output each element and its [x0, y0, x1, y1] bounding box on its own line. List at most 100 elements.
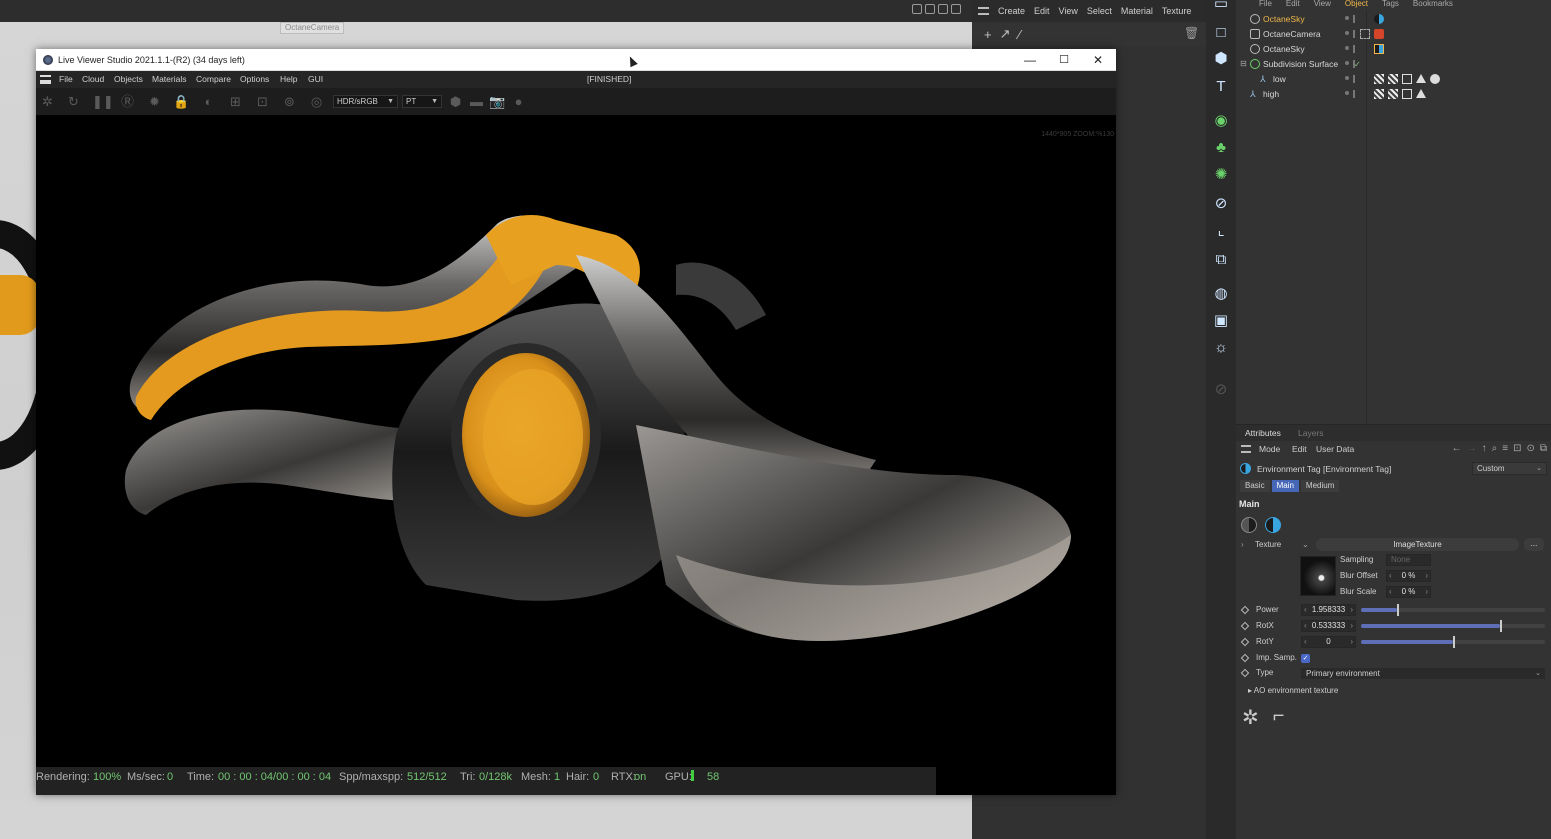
eyedropper-icon[interactable]: ⁄ [1019, 27, 1021, 42]
decrement-icon[interactable]: ‹ [1389, 587, 1392, 597]
chevron-down-icon[interactable]: ⌄ [1302, 539, 1309, 551]
decrement-icon[interactable]: ‹ [1304, 637, 1307, 647]
om-menu-tags[interactable]: Tags [1382, 0, 1399, 10]
imp-samp-checkbox[interactable]: ✓ [1301, 654, 1310, 663]
om-menu-bookmarks[interactable]: Bookmarks [1413, 0, 1453, 10]
om-menu-view[interactable]: View [1314, 0, 1331, 10]
hamburger-icon[interactable] [1241, 445, 1251, 453]
slider-knob[interactable] [1397, 604, 1399, 616]
send-scene-icon[interactable]: ✲ [39, 94, 56, 109]
type-dropdown[interactable]: Primary environment ⌄ [1301, 668, 1545, 679]
expand-arrow-icon[interactable]: › [1241, 539, 1244, 551]
back-arrow-icon[interactable]: ← [1452, 442, 1462, 456]
texture-more-button[interactable]: ... [1524, 538, 1544, 551]
new-window-icon[interactable]: ⧉ [1540, 442, 1547, 456]
text-icon[interactable]: T [1211, 77, 1231, 97]
image-icon[interactable]: ▬ [468, 94, 485, 109]
viewer-menu-compare[interactable]: Compare [196, 71, 231, 88]
texture-thumbnail[interactable] [1300, 556, 1336, 596]
object-row[interactable]: ⅄ low [1236, 72, 1551, 87]
menu-material[interactable]: Material [1121, 6, 1153, 16]
menu-create[interactable]: Create [998, 6, 1025, 16]
visibility-dots-icon[interactable] [1345, 30, 1357, 39]
tab-layers[interactable]: Layers [1298, 425, 1324, 441]
object-row[interactable]: OctaneCamera [1236, 27, 1551, 42]
hamburger-icon[interactable] [40, 75, 51, 84]
power-slider[interactable] [1361, 604, 1545, 616]
maximize-icon[interactable]: ☐ [1053, 52, 1075, 68]
octane-help-icon[interactable]: ✲ [1242, 705, 1259, 730]
keyframe-diamond-icon[interactable] [1240, 653, 1250, 663]
add-icon[interactable]: + [984, 27, 992, 42]
object-row[interactable]: OctaneSky [1236, 42, 1551, 57]
tab-attributes[interactable]: Attributes [1245, 425, 1281, 441]
gear-icon[interactable]: ✺ [1211, 165, 1231, 185]
film-region-icon[interactable]: ⊡ [254, 94, 271, 109]
decrement-icon[interactable]: ‹ [1304, 605, 1307, 615]
viewer-menu-gui[interactable]: GUI [308, 71, 323, 88]
snapshot-camera-icon[interactable]: 📷 [489, 94, 506, 109]
pause-icon[interactable]: ❚❚ [92, 94, 114, 109]
menu-edit[interactable]: Edit [1034, 6, 1050, 16]
pick-material-icon[interactable]: ◎ [308, 94, 325, 109]
om-menu-object[interactable]: Object [1345, 0, 1368, 10]
camera-icon[interactable]: ▣ [1211, 311, 1231, 331]
menu-select[interactable]: Select [1087, 6, 1112, 16]
triangle-tag-icon[interactable] [1416, 74, 1426, 83]
deformer-icon[interactable]: ⊘ [1211, 194, 1231, 214]
region-render-icon[interactable]: ⊞ [227, 94, 244, 109]
keyframe-diamond-icon[interactable] [1240, 637, 1250, 647]
up-arrow-icon[interactable]: ↑ [1482, 442, 1487, 456]
arrow-icon[interactable]: ↗ [1000, 26, 1011, 42]
camera-tag-icon[interactable] [1374, 29, 1384, 39]
rotx-field[interactable]: ‹ 0.533333 › [1301, 620, 1356, 632]
sampling-dropdown[interactable]: None [1386, 554, 1431, 566]
viewer-menu-objects[interactable]: Objects [114, 71, 143, 88]
menu-view[interactable]: View [1059, 6, 1078, 16]
move-icon[interactable] [925, 4, 935, 14]
am-menu-mode[interactable]: Mode [1259, 442, 1280, 456]
preset-dropdown[interactable]: Custom ⌄ [1472, 462, 1547, 475]
decrement-icon[interactable]: ‹ [1304, 621, 1307, 631]
decrement-icon[interactable]: ‹ [1389, 571, 1392, 581]
roty-field[interactable]: ‹ 0 › [1301, 636, 1356, 648]
subtab-main[interactable]: Main [1271, 480, 1299, 492]
target-tag-icon[interactable] [1360, 29, 1370, 39]
collapse-icon[interactable]: ⊟ [1240, 59, 1250, 69]
object-row[interactable]: ⊟ Subdivision Surface ✓ [1236, 57, 1551, 72]
texture-tag-icon[interactable] [1388, 89, 1398, 99]
hamburger-icon[interactable] [978, 7, 989, 15]
minimize-icon[interactable]: — [1019, 52, 1041, 68]
increment-icon[interactable]: › [1425, 571, 1428, 581]
spline-icon[interactable]: ⧉ [1211, 250, 1231, 270]
square-icon[interactable]: □ [1211, 23, 1231, 43]
am-menu-edit[interactable]: Edit [1292, 442, 1307, 456]
keyframe-diamond-icon[interactable] [1240, 621, 1250, 631]
settings-gear-icon[interactable]: ✹ [146, 94, 163, 109]
pen-icon[interactable]: ⊘ [1211, 380, 1231, 400]
visibility-dots-icon[interactable] [1345, 75, 1357, 84]
selection-tag-icon[interactable] [1402, 74, 1412, 84]
blur-scale-field[interactable]: ‹ 0 % › [1386, 586, 1431, 598]
kernel-select[interactable]: PT ▼ [402, 95, 442, 108]
tool-top-icon[interactable]: ▭ [1211, 0, 1231, 14]
subtab-basic[interactable]: Basic [1240, 480, 1270, 492]
increment-icon[interactable]: › [1350, 637, 1353, 647]
visibility-dots-icon[interactable] [1345, 45, 1357, 54]
pan-icon[interactable] [912, 4, 922, 14]
slider-knob[interactable] [1500, 620, 1502, 632]
trash-icon[interactable]: 🗑 [1184, 26, 1199, 40]
roty-slider[interactable] [1361, 636, 1545, 648]
slider-knob[interactable] [1453, 636, 1455, 648]
viewer-menu-help[interactable]: Help [280, 71, 297, 88]
object-row[interactable]: ⅄ high [1236, 87, 1551, 102]
hexagon-icon[interactable]: ⬢ [447, 94, 464, 109]
viewer-menu-options[interactable]: Options [240, 71, 269, 88]
node-editor-icon[interactable]: ⌐ [1273, 705, 1285, 730]
environment-tag-icon[interactable] [1374, 14, 1384, 24]
am-menu-userdata[interactable]: User Data [1316, 442, 1354, 456]
visibility-dots-icon[interactable] [1345, 90, 1357, 99]
keyframe-diamond-icon[interactable] [1240, 668, 1250, 678]
increment-icon[interactable]: › [1425, 587, 1428, 597]
blur-offset-field[interactable]: ‹ 0 % › [1386, 570, 1431, 582]
